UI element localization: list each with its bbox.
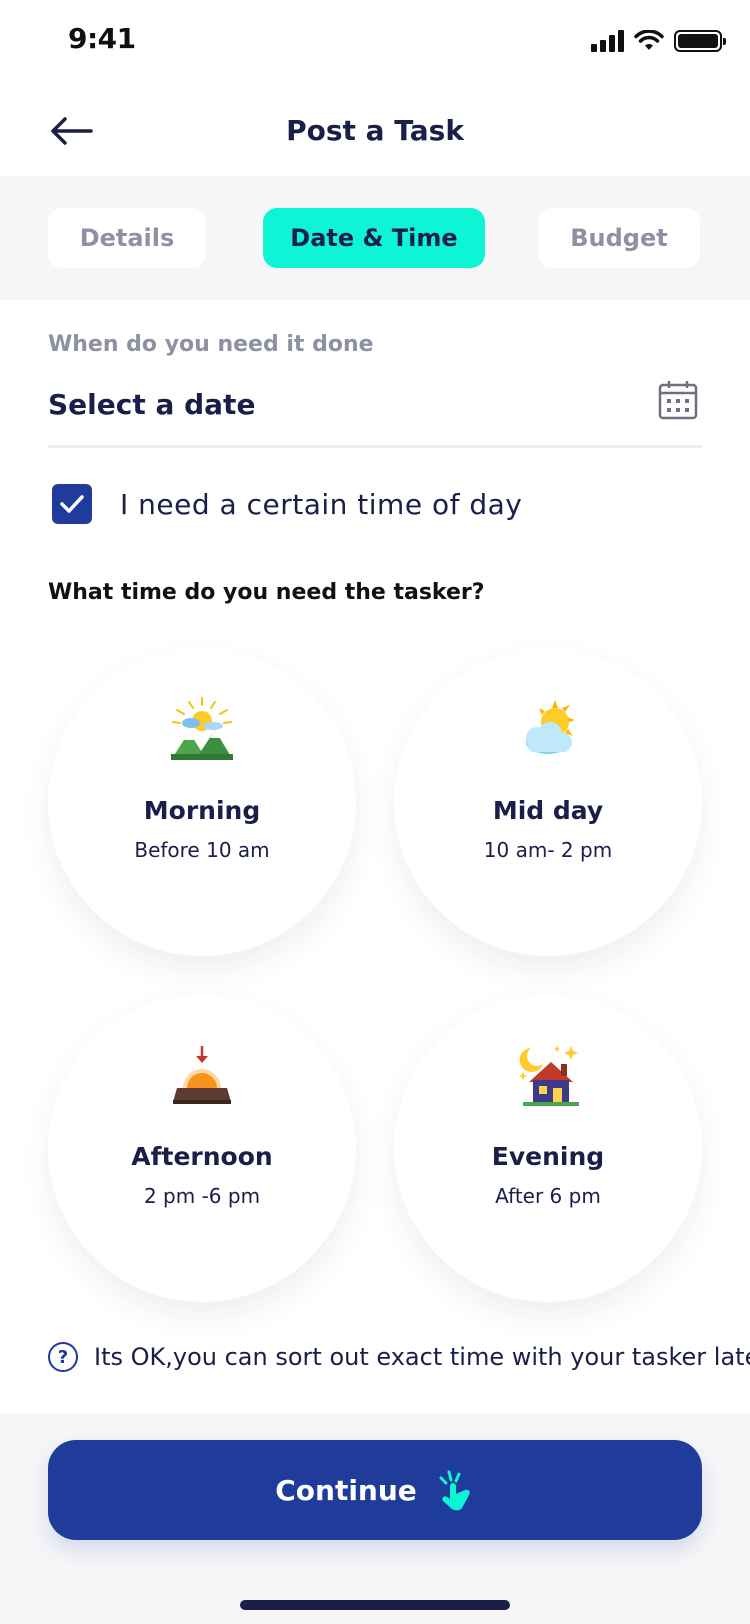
calendar-icon[interactable] — [658, 380, 698, 420]
certain-time-checkbox-row[interactable]: I need a certain time of day — [52, 484, 522, 524]
time-option-range: Before 10 am — [134, 838, 270, 862]
time-option-title: Evening — [491, 1142, 605, 1171]
certain-time-checkbox[interactable] — [52, 484, 92, 524]
status-bar: 9:41 — [0, 0, 750, 88]
time-question-heading: What time do you need the tasker? — [48, 580, 485, 605]
hand-pointer-icon — [439, 1470, 470, 1511]
time-option-evening[interactable]: Evening After 6 pm — [394, 994, 702, 1302]
checkmark-icon — [60, 495, 84, 513]
nav-header: Post a Task — [0, 88, 750, 176]
page-title: Post a Task — [286, 114, 464, 147]
tab-budget[interactable]: Budget — [538, 208, 700, 268]
time-option-title: Afternoon — [131, 1142, 273, 1171]
status-icons — [591, 30, 726, 52]
bottom-action-area: Continue — [0, 1414, 750, 1624]
status-time: 9:41 — [68, 22, 136, 55]
help-note: ? Its OK,you can sort out exact time wit… — [48, 1342, 750, 1372]
night-house-icon — [518, 1046, 579, 1106]
time-option-range: After 6 pm — [495, 1184, 601, 1208]
sunrise-mountain-icon — [171, 697, 233, 760]
sun-cloud-icon — [526, 700, 575, 754]
date-picker-field[interactable]: Select a date — [48, 380, 702, 448]
time-option-range: 10 am- 2 pm — [483, 838, 613, 862]
sunset-icon — [173, 1046, 231, 1104]
date-field-label: When do you need it done — [48, 332, 374, 357]
step-tabs: Details Date & Time Budget — [0, 176, 750, 300]
certain-time-label: I need a certain time of day — [120, 487, 523, 521]
help-text: Its OK,you can sort out exact time with … — [94, 1343, 750, 1371]
question-circle-icon: ? — [48, 1342, 78, 1372]
continue-label: Continue — [275, 1473, 417, 1507]
time-option-midday[interactable]: Mid day 10 am- 2 pm — [394, 648, 702, 956]
time-option-afternoon[interactable]: Afternoon 2 pm -6 pm — [48, 994, 356, 1302]
home-indicator — [240, 1600, 510, 1610]
tab-date-time[interactable]: Date & Time — [263, 208, 485, 268]
time-option-title: Mid day — [492, 796, 604, 825]
time-option-title: Morning — [143, 796, 261, 825]
tab-details[interactable]: Details — [48, 208, 206, 268]
cellular-signal-icon — [591, 30, 624, 52]
date-value: Select a date — [48, 388, 256, 421]
wifi-icon — [634, 30, 664, 50]
time-option-morning[interactable]: Morning Before 10 am — [48, 648, 356, 956]
time-option-range: 2 pm -6 pm — [143, 1184, 261, 1208]
continue-button[interactable]: Continue — [48, 1440, 702, 1540]
battery-icon — [674, 30, 726, 52]
